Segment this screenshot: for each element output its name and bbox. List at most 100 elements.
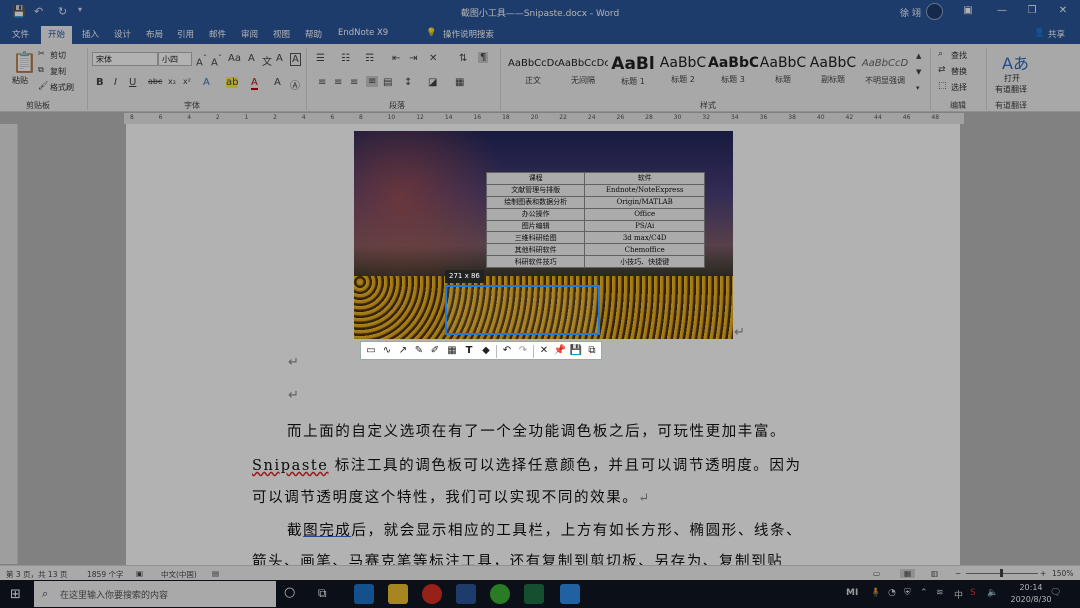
strikethrough-icon[interactable]: abc: [148, 77, 162, 86]
avatar[interactable]: [926, 3, 943, 20]
chrome-icon[interactable]: [422, 584, 442, 604]
find-icon[interactable]: ⌕: [938, 49, 943, 59]
chevron-up-icon[interactable]: ⌃: [920, 588, 928, 598]
person-icon[interactable]: 🧍: [870, 588, 881, 598]
paste-icon[interactable]: 📋: [12, 50, 37, 74]
copy-icon[interactable]: ⧉: [585, 344, 599, 358]
language-indicator[interactable]: 中文(中国): [161, 569, 197, 580]
print-layout-icon[interactable]: ▦: [900, 569, 916, 578]
style-subtle-emphasis[interactable]: AaBbCcD 不明显强调: [860, 52, 910, 96]
tab-endnote[interactable]: EndNote X9: [338, 28, 388, 38]
focus-mode-icon[interactable]: ▭: [873, 569, 880, 578]
translate-icon[interactable]: Aあ: [1002, 50, 1029, 74]
decrease-indent-icon[interactable]: ⇤: [392, 53, 400, 64]
taskbar-search-input[interactable]: 在这里输入你要搜索的内容: [34, 581, 276, 607]
enclose-character-icon[interactable]: A: [290, 53, 301, 66]
bold-icon[interactable]: B: [96, 77, 104, 88]
superscript-icon[interactable]: x²: [183, 77, 191, 86]
task-view-icon[interactable]: ⧉: [318, 586, 327, 601]
align-left-icon[interactable]: ≡: [318, 77, 326, 88]
distributed-icon[interactable]: ▤: [383, 77, 392, 88]
font-size-select[interactable]: 小四: [158, 52, 192, 66]
shading-icon[interactable]: ◪: [428, 77, 437, 88]
snipaste-app-icon[interactable]: [560, 584, 580, 604]
tab-view[interactable]: 视图: [273, 28, 290, 40]
highlight-icon[interactable]: ab: [226, 77, 239, 88]
zoom-level[interactable]: 150%: [1052, 569, 1073, 578]
paste-button[interactable]: 粘贴: [12, 75, 28, 86]
phonetic-guide-icon[interactable]: 文: [262, 53, 272, 68]
character-shading-icon[interactable]: A: [274, 77, 281, 88]
zoom-in-icon[interactable]: +: [1040, 569, 1046, 578]
pen-icon[interactable]: ✎: [412, 344, 426, 358]
tab-help[interactable]: 帮助: [305, 28, 322, 40]
sogou-icon[interactable]: S: [970, 588, 976, 598]
rectangle-ellipse-icon[interactable]: ▭: [364, 344, 378, 358]
close-button[interactable]: ✕: [1056, 5, 1070, 16]
save-icon[interactable]: 💾: [569, 344, 583, 358]
cut-button[interactable]: 剪切: [50, 50, 66, 61]
wechat-icon[interactable]: [490, 584, 510, 604]
change-case-icon[interactable]: Aa: [228, 53, 241, 64]
replace-button[interactable]: 替换: [951, 66, 967, 77]
subscript-icon[interactable]: x₂: [168, 77, 176, 86]
excel-icon[interactable]: [524, 584, 544, 604]
tab-design[interactable]: 设计: [114, 28, 131, 40]
numbering-icon[interactable]: ☷: [341, 53, 350, 64]
mosaic-icon[interactable]: ▦: [445, 344, 459, 358]
replace-icon[interactable]: ⇄: [938, 65, 946, 75]
text-effects-icon[interactable]: A: [203, 77, 210, 88]
text-icon[interactable]: T: [462, 344, 476, 358]
cortana-icon[interactable]: ○: [284, 585, 295, 600]
youdao-translate-button[interactable]: 有道翻译: [995, 84, 1027, 95]
undo-icon[interactable]: ↶: [500, 344, 514, 358]
file-explorer-icon[interactable]: [388, 584, 408, 604]
word-count[interactable]: 1859 个字: [87, 569, 123, 580]
windows-start-icon[interactable]: ⊞: [10, 587, 21, 602]
taskbar-clock[interactable]: 20:14 2020/8/30: [1008, 582, 1054, 606]
sort-icon[interactable]: ⇅: [459, 53, 467, 64]
wifi-icon[interactable]: ≋: [936, 588, 944, 598]
volume-icon[interactable]: 🔈: [987, 588, 998, 598]
tab-mailings[interactable]: 邮件: [209, 28, 226, 40]
clear-format-icon[interactable]: A: [248, 53, 255, 64]
multilevel-list-icon[interactable]: ☶: [365, 53, 374, 64]
cut-icon[interactable]: ✂: [38, 49, 45, 58]
tab-insert[interactable]: 插入: [82, 28, 99, 40]
character-border-icon[interactable]: A: [276, 53, 283, 64]
pencil-curve-icon[interactable]: ∿: [380, 344, 394, 358]
grow-font-icon[interactable]: Aˆ: [196, 53, 207, 68]
mi-tray-label[interactable]: MI: [846, 588, 858, 598]
style-heading-2[interactable]: AaBbC 标题 2: [658, 52, 708, 96]
tab-references[interactable]: 引用: [177, 28, 194, 40]
horizontal-ruler[interactable]: 8 6 4 2 1 2 4 6 8 10 12 14 16 18 20 22 24 26 28 30 32 34 36 38 4…: [124, 113, 964, 124]
web-layout-icon[interactable]: ▥: [931, 569, 938, 578]
marker-icon[interactable]: ✐: [428, 344, 442, 358]
style-normal[interactable]: AaBbCcDc 正文: [508, 52, 558, 96]
ribbon-options-icon[interactable]: ▣: [961, 5, 975, 16]
network-icon[interactable]: ◔: [888, 588, 896, 598]
borders-icon[interactable]: ▦: [455, 77, 464, 88]
font-name-select[interactable]: 宋体: [92, 52, 158, 66]
select-icon[interactable]: ⬚: [938, 81, 947, 91]
align-center-icon[interactable]: ≡: [334, 77, 342, 88]
italic-icon[interactable]: I: [114, 77, 117, 88]
tell-me-search[interactable]: 操作说明搜索: [443, 28, 494, 40]
shrink-font-icon[interactable]: Aˇ: [211, 53, 222, 68]
cancel-icon[interactable]: ✕: [537, 344, 551, 358]
zoom-out-icon[interactable]: −: [955, 569, 961, 578]
enclose-circle-icon[interactable]: Ⓐ: [290, 77, 300, 92]
find-button[interactable]: 查找: [951, 50, 967, 61]
share-button[interactable]: 共享: [1048, 28, 1065, 40]
align-right-icon[interactable]: ≡: [350, 77, 358, 88]
style-heading-3[interactable]: AaBbC 标题 3: [708, 52, 758, 96]
eraser-icon[interactable]: ◆: [479, 344, 493, 358]
macro-icon[interactable]: ▤: [212, 569, 219, 578]
styles-scroll-down-icon[interactable]: ▼: [916, 68, 921, 76]
increase-indent-icon[interactable]: ⇥: [409, 53, 417, 64]
chinese-layout-icon[interactable]: ✕: [429, 53, 437, 64]
format-painter-icon[interactable]: 🖌: [38, 81, 48, 90]
font-color-icon[interactable]: A: [251, 77, 258, 90]
proofing-icon[interactable]: ▣: [136, 569, 143, 578]
share-icon[interactable]: 👤: [1034, 28, 1045, 38]
